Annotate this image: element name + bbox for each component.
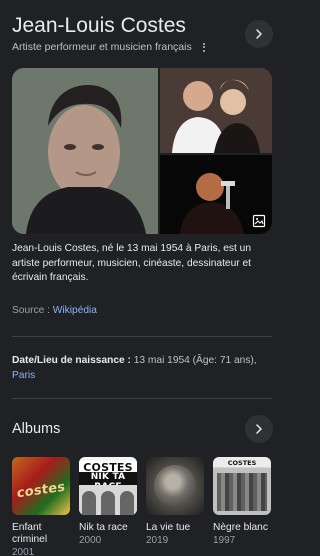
album-year: 2019 [146, 535, 169, 546]
album-title: Nègre blanc [213, 522, 268, 533]
album-year: 2000 [79, 535, 102, 546]
album-cover[interactable]: COSTES NIK TA RACE [79, 457, 137, 515]
album-title: Enfant criminel [12, 522, 48, 545]
portrait-photo[interactable] [12, 68, 158, 234]
album-card[interactable]: COSTES Nègre blanc 1997 [213, 457, 273, 547]
birth-value: 13 mai 1954 (Âge: 71 ans), [133, 355, 257, 366]
entity-subtitle: Artiste performeur et musicien français [12, 41, 192, 53]
knowledge-panel: Jean-Louis Costes Artiste performeur et … [0, 0, 294, 556]
album-cover[interactable]: COSTES [213, 457, 271, 515]
album-cover[interactable]: costes [12, 457, 70, 515]
entity-description: Jean-Louis Costes, né le 13 mai 1954 à P… [12, 243, 251, 283]
source-line: Source : Wikipédia [12, 304, 97, 318]
image-gallery[interactable] [12, 68, 272, 234]
face-shape [81, 491, 96, 515]
album-year: 1997 [213, 535, 236, 546]
album-card[interactable]: costes Enfant criminel 2001 [12, 457, 72, 556]
stage-photo[interactable] [160, 155, 272, 234]
birth-fact: Date/Lieu de naissance : 13 mai 1954 (Âg… [12, 354, 274, 383]
albums-heading: Albums [12, 421, 61, 437]
album-card[interactable]: COSTES NIK TA RACE Nik ta race 2000 [79, 457, 139, 547]
couple-photo[interactable] [160, 68, 272, 153]
album-year: 2001 [12, 547, 35, 556]
portrait-photo-art [12, 68, 158, 234]
chevron-right-icon [256, 424, 262, 434]
album-cover-faces [79, 485, 137, 515]
chevron-right-icon [256, 29, 262, 39]
album-cover-title: costes [16, 479, 66, 502]
face-shape [100, 491, 115, 515]
entity-title: Jean-Louis Costes [12, 14, 186, 37]
album-cover-title: COSTES [227, 459, 257, 467]
album-card[interactable]: La vie tue 2019 [146, 457, 206, 547]
section-divider [12, 398, 272, 399]
couple-photo-art [160, 68, 272, 153]
album-title: La vie tue [146, 522, 191, 533]
album-cover-art [217, 473, 267, 511]
image-icon [252, 214, 266, 228]
section-divider [12, 336, 272, 337]
birth-place-link[interactable]: Paris [12, 370, 35, 381]
album-title: Nik ta race [79, 522, 128, 533]
face-shape [120, 491, 135, 515]
wikipedia-link[interactable]: Wikipédia [53, 305, 97, 316]
birth-label: Date/Lieu de naissance : [12, 355, 131, 366]
album-cover-art [154, 465, 196, 507]
subtitle-row: Artiste performeur et musicien français [12, 41, 208, 53]
more-vert-icon[interactable] [200, 41, 208, 53]
expand-panel-button[interactable] [245, 20, 273, 48]
album-cover[interactable] [146, 457, 204, 515]
albums-more-button[interactable] [245, 415, 273, 443]
source-label: Source : [12, 305, 50, 316]
